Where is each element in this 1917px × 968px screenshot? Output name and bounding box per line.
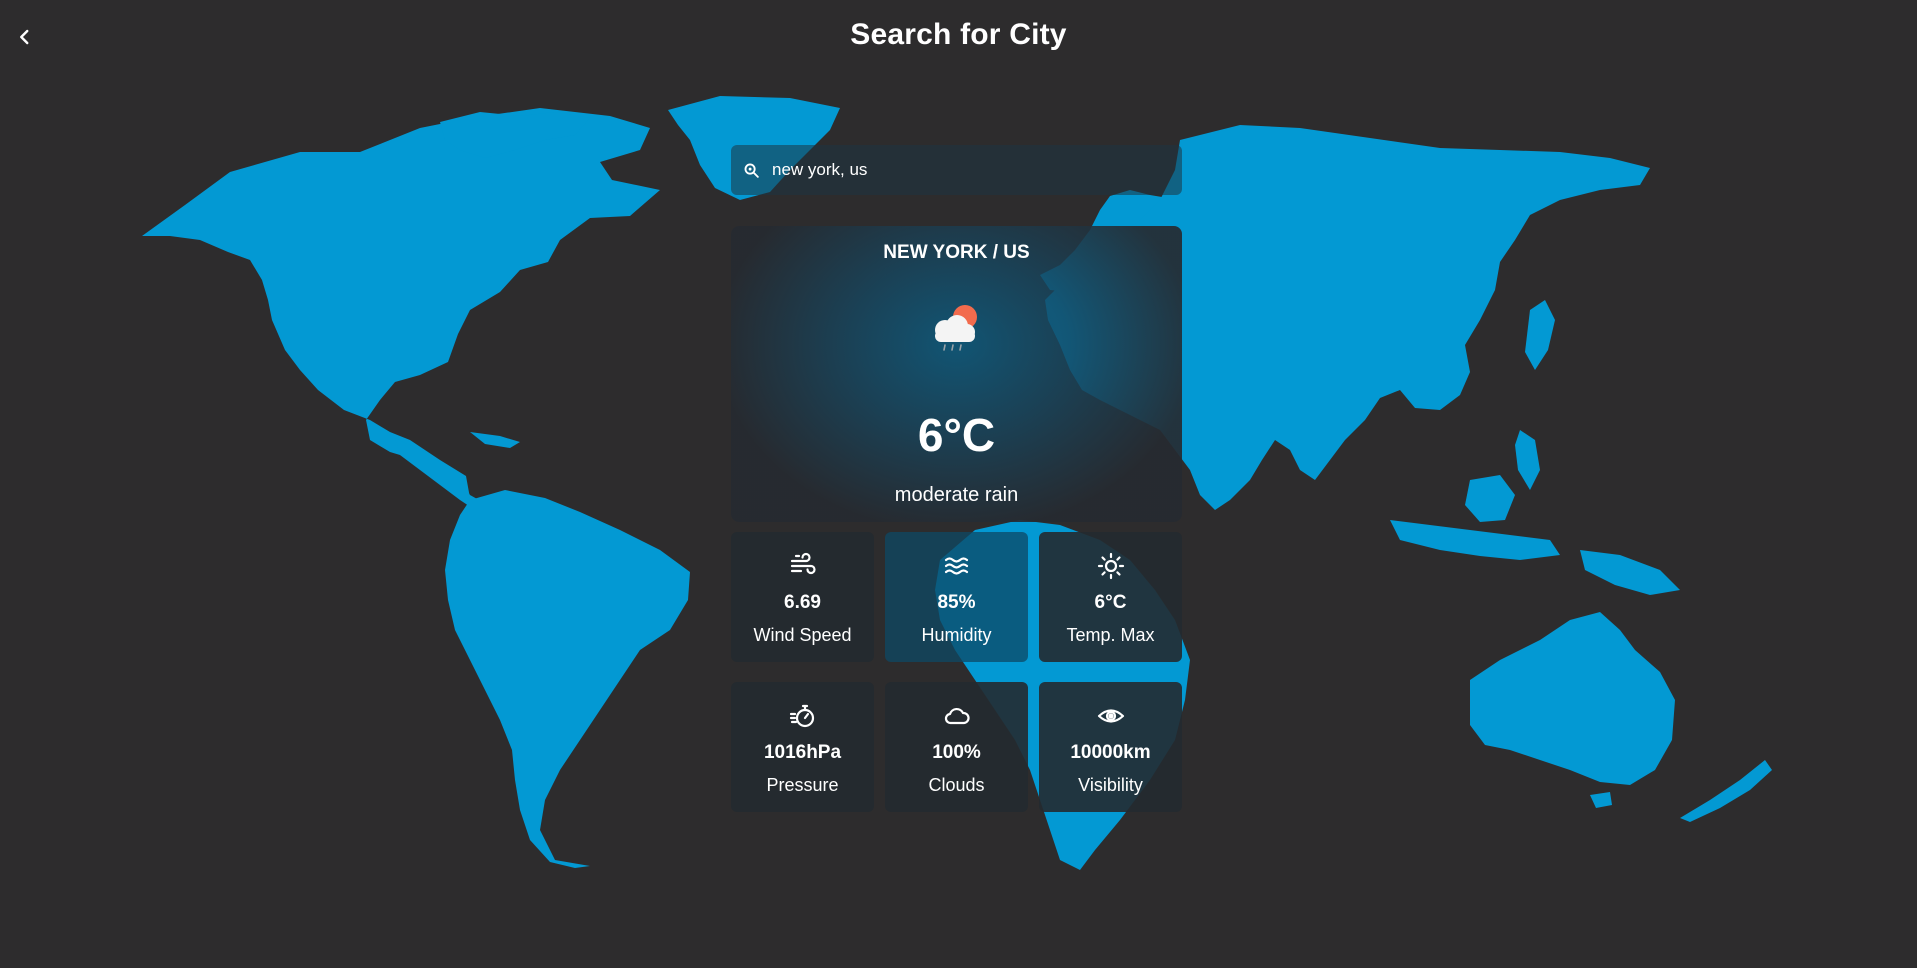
search-icon [744, 163, 759, 178]
waves-icon [944, 557, 969, 575]
stopwatch-icon [789, 704, 815, 728]
eye-icon [1097, 709, 1125, 723]
city-name: NEW YORK / US [883, 242, 1030, 263]
stat-pressure: 1016hPa Pressure [731, 682, 874, 812]
map-new-zealand [1680, 760, 1772, 822]
stat-label: Pressure [766, 775, 839, 795]
map-south-america [445, 490, 690, 868]
sun-icon [1097, 552, 1125, 580]
stat-clouds: 100% Clouds [885, 682, 1028, 812]
weather-description: moderate rain [894, 484, 1019, 506]
app-root: Search for City NEW YORK / US 6 [0, 0, 1917, 968]
stat-label: Visibility [1078, 775, 1143, 795]
map-caribbean [470, 432, 520, 448]
stat-value: 6°C [1094, 592, 1127, 613]
page-title: Search for City [850, 18, 1067, 51]
stat-temp-max: 6°C Temp. Max [1039, 532, 1182, 662]
stat-label: Clouds [928, 775, 985, 795]
map-philippines [1515, 430, 1540, 490]
map-tasmania [1590, 792, 1612, 808]
stat-label: Humidity [921, 625, 992, 645]
stat-value: 10000km [1070, 742, 1151, 763]
stat-value: 100% [932, 742, 981, 763]
map-indonesia [1390, 520, 1560, 560]
map-australia [1470, 612, 1675, 785]
weather-card: NEW YORK / US 6°C moderate rain [731, 226, 1182, 522]
stat-value: 85% [937, 592, 976, 613]
map-japan [1525, 300, 1555, 370]
search-bar[interactable] [731, 145, 1182, 195]
stat-value: 6.69 [784, 592, 821, 613]
stat-label: Wind Speed [753, 625, 852, 645]
map-new-guinea [1580, 550, 1680, 595]
cloud-icon [944, 707, 970, 725]
wind-icon [790, 552, 816, 575]
cloud-sun-rain-icon [935, 305, 977, 351]
temperature: 6°C [917, 409, 996, 461]
stat-wind-speed: 6.69 Wind Speed [731, 532, 874, 662]
map-borneo [1465, 475, 1515, 522]
stat-value: 1016hPa [763, 742, 842, 763]
stat-label: Temp. Max [1066, 625, 1155, 645]
stat-humidity: 85% Humidity [885, 532, 1028, 662]
search-input[interactable] [770, 159, 1154, 181]
map-north-america [142, 108, 660, 498]
stat-visibility: 10000km Visibility [1039, 682, 1182, 812]
